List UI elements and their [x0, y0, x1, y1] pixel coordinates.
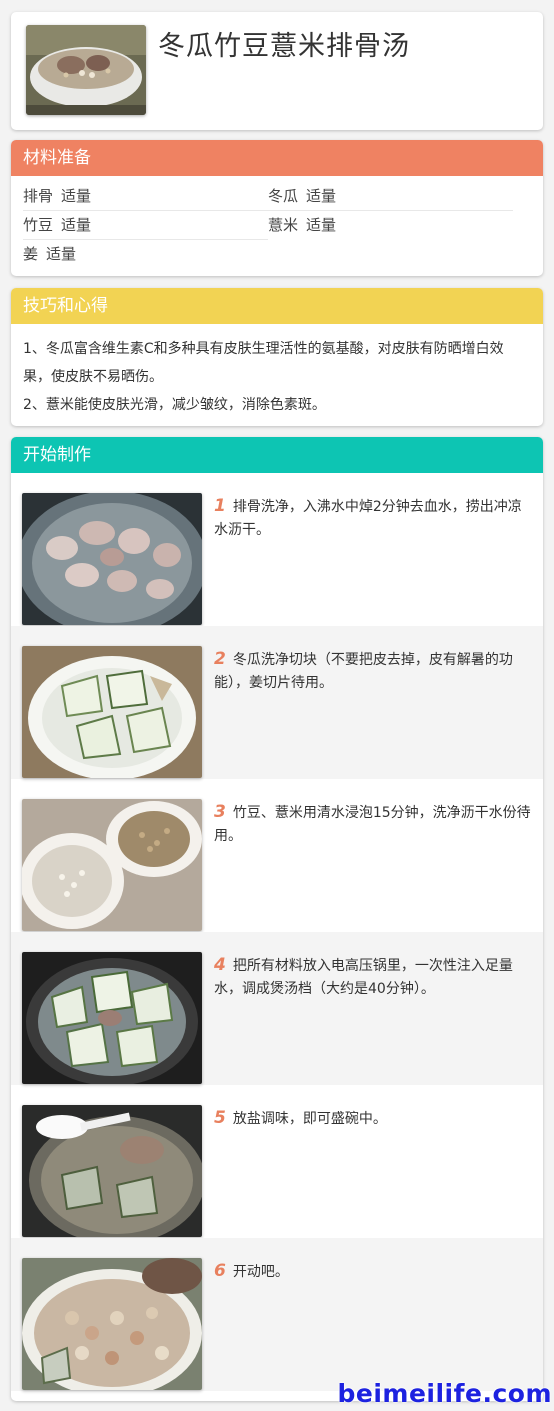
ingredient-qty: 适量	[306, 187, 337, 205]
step-photo[interactable]	[22, 799, 202, 931]
ingredient-name: 排骨	[23, 187, 54, 205]
step-description: 6 开动吧。	[214, 1260, 532, 1284]
recipe-header-card: 冬瓜竹豆薏米排骨汤	[11, 12, 543, 130]
step-description: 5 放盐调味，即可盛碗中。	[214, 1107, 532, 1131]
tips-heading: 技巧和心得	[11, 288, 543, 324]
ingredient-name: 薏米	[268, 216, 299, 234]
steps-heading: 开始制作	[11, 437, 543, 473]
ingredient-name: 冬瓜	[268, 187, 299, 205]
step-photo[interactable]	[22, 952, 202, 1084]
step-description: 1 排骨洗净，入沸水中焯2分钟去血水，捞出冲凉水沥干。	[214, 495, 532, 542]
step-photo[interactable]	[22, 646, 202, 778]
step-item: 6 开动吧。	[11, 1238, 543, 1391]
step-text: 放盐调味，即可盛碗中。	[232, 1111, 387, 1127]
step-item: 1 排骨洗净，入沸水中焯2分钟去血水，捞出冲凉水沥干。	[11, 473, 543, 626]
step-text: 开动吧。	[232, 1264, 289, 1280]
step-number: 1	[214, 496, 226, 516]
ingredients-card: 材料准备 排骨 适量 冬瓜 适量 竹豆 适量 薏米 适量 姜适量	[11, 140, 543, 276]
ingredient-qty: 适量	[46, 245, 77, 263]
ingredient-name: 竹豆	[23, 216, 54, 234]
ingredient-qty: 适量	[61, 187, 92, 205]
recipe-thumbnail[interactable]	[26, 25, 146, 115]
step-number: 6	[214, 1261, 226, 1281]
ingredient-item: 竹豆 适量	[23, 211, 268, 240]
step-number: 5	[214, 1108, 226, 1128]
tip-line: 1、冬瓜富含维生素C和多种具有皮肤生理活性的氨基酸，对皮肤有防晒增白效果，使皮肤…	[23, 341, 504, 385]
steps-card: 开始制作 1 排骨洗净，入沸水中焯2分钟去血水，捞出冲凉水沥干。 2 冬瓜洗净切…	[11, 437, 543, 1401]
site-watermark: beimeilife.com	[337, 1379, 552, 1408]
tips-body: 1、冬瓜富含维生素C和多种具有皮肤生理活性的氨基酸，对皮肤有防晒增白效果，使皮肤…	[11, 324, 543, 419]
step-item: 2 冬瓜洗净切块（不要把皮去掉，皮有解暑的功能），姜切片待用。	[11, 626, 543, 779]
step-photo[interactable]	[22, 493, 202, 625]
step-number: 4	[214, 955, 226, 975]
step-item: 3 竹豆、薏米用清水浸泡15分钟，洗净沥干水份待用。	[11, 779, 543, 932]
step-photo[interactable]	[22, 1258, 202, 1390]
tip-line: 2、薏米能使皮肤光滑，减少皱纹，消除色素斑。	[23, 397, 326, 413]
ingredient-item: 姜适量	[23, 240, 268, 269]
step-description: 3 竹豆、薏米用清水浸泡15分钟，洗净沥干水份待用。	[214, 801, 532, 848]
step-text: 冬瓜洗净切块（不要把皮去掉，皮有解暑的功能），姜切片待用。	[214, 652, 513, 691]
step-text: 把所有材料放入电高压锅里，一次性注入足量水，调成煲汤档（大约是40分钟）。	[214, 958, 513, 997]
ingredient-item: 薏米 适量	[268, 211, 513, 240]
step-item: 5 放盐调味，即可盛碗中。	[11, 1085, 543, 1238]
step-text: 竹豆、薏米用清水浸泡15分钟，洗净沥干水份待用。	[214, 805, 531, 844]
ingredient-item: 冬瓜 适量	[268, 182, 513, 211]
step-number: 2	[214, 649, 226, 669]
ingredient-qty: 适量	[61, 216, 92, 234]
step-text: 排骨洗净，入沸水中焯2分钟去血水，捞出冲凉水沥干。	[214, 499, 522, 538]
ingredient-item: 排骨 适量	[23, 182, 268, 211]
step-item: 4 把所有材料放入电高压锅里，一次性注入足量水，调成煲汤档（大约是40分钟）。	[11, 932, 543, 1085]
step-photo[interactable]	[22, 1105, 202, 1237]
step-number: 3	[214, 802, 226, 822]
ingredient-name: 姜	[23, 245, 39, 263]
step-description: 4 把所有材料放入电高压锅里，一次性注入足量水，调成煲汤档（大约是40分钟）。	[214, 954, 532, 1001]
ingredients-heading: 材料准备	[11, 140, 543, 176]
ingredient-qty: 适量	[306, 216, 337, 234]
tips-card: 技巧和心得 1、冬瓜富含维生素C和多种具有皮肤生理活性的氨基酸，对皮肤有防晒增白…	[11, 288, 543, 426]
recipe-title: 冬瓜竹豆薏米排骨汤	[158, 31, 410, 62]
step-description: 2 冬瓜洗净切块（不要把皮去掉，皮有解暑的功能），姜切片待用。	[214, 648, 532, 695]
